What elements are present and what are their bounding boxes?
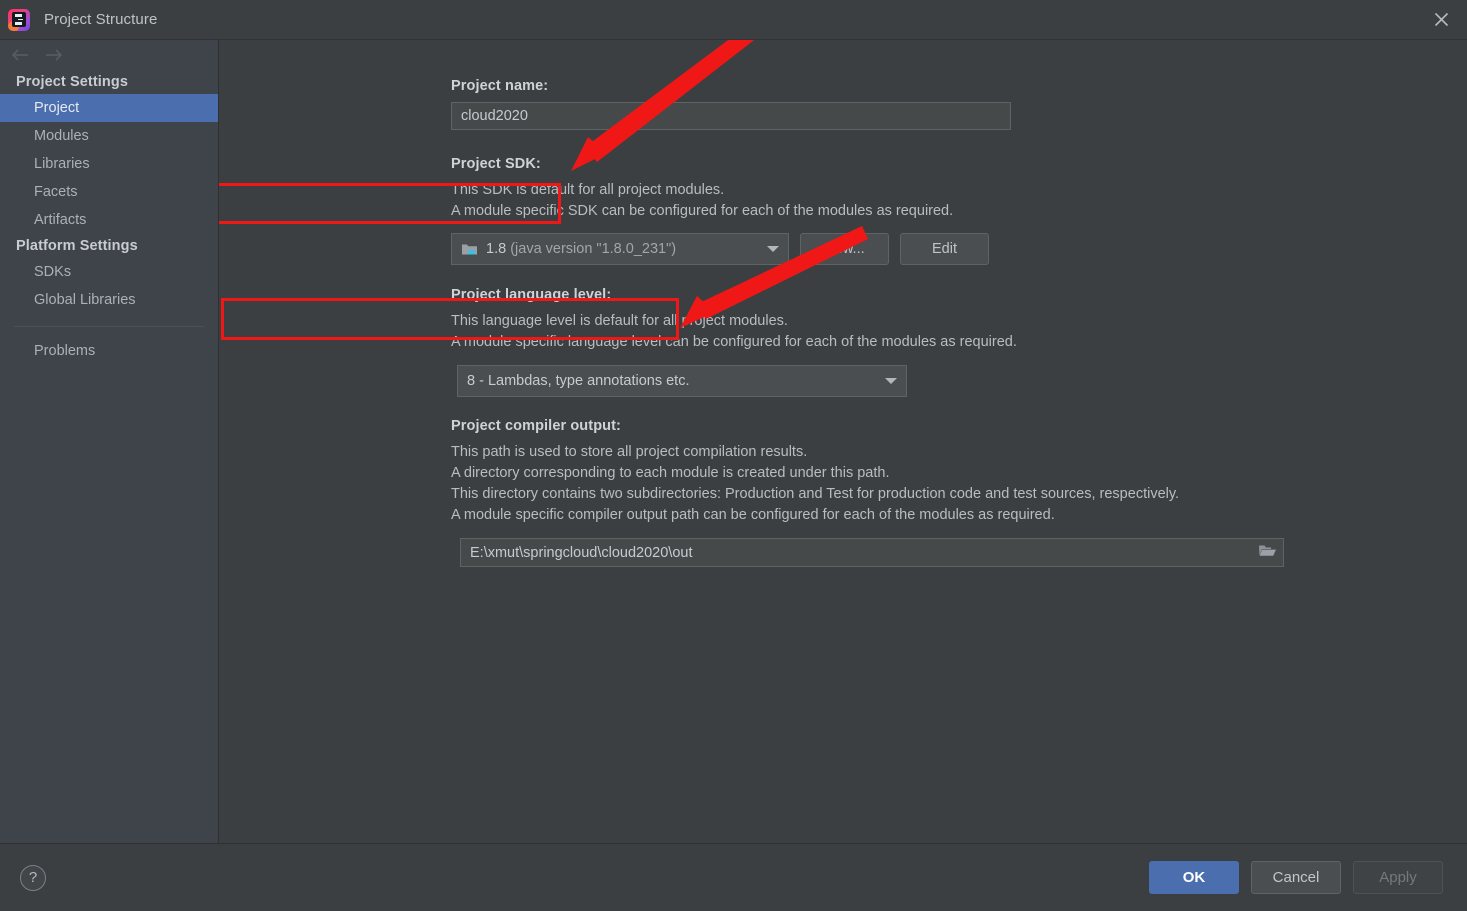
chevron-down-icon bbox=[885, 378, 897, 384]
project-sdk-section: Project SDK: This SDK is default for all… bbox=[451, 156, 1467, 265]
arrow-right-icon[interactable] bbox=[45, 48, 64, 62]
edit-sdk-button[interactable]: Edit bbox=[900, 233, 989, 265]
close-icon[interactable] bbox=[1415, 0, 1467, 39]
sidebar-item-modules[interactable]: Modules bbox=[0, 122, 218, 150]
cancel-button[interactable]: Cancel bbox=[1251, 861, 1341, 894]
language-level-desc-2: A module specific language level can be … bbox=[451, 334, 1017, 350]
sidebar-item-project[interactable]: Project bbox=[0, 94, 218, 122]
compiler-output-path-value: E:\xmut\springcloud\cloud2020\out bbox=[470, 544, 693, 561]
folder-icon bbox=[461, 242, 478, 256]
sidebar-item-global-libraries[interactable]: Global Libraries bbox=[0, 286, 218, 314]
language-level-section: Project language level: This language le… bbox=[451, 287, 1467, 397]
compiler-output-label: Project compiler output: bbox=[451, 418, 621, 434]
sidebar-item-libraries[interactable]: Libraries bbox=[0, 150, 218, 178]
project-sdk-desc-1: This SDK is default for all project modu… bbox=[451, 182, 725, 198]
title-bar: Project Structure bbox=[0, 0, 1467, 39]
language-level-label: Project language level: bbox=[451, 287, 612, 303]
compiler-output-desc-3: This directory contains two subdirectori… bbox=[451, 486, 1180, 502]
project-sdk-value: 1.8 (java version "1.8.0_231") bbox=[486, 241, 677, 257]
project-sdk-row: 1.8 (java version "1.8.0_231") New... Ed… bbox=[451, 233, 1467, 265]
dialog-footer: ? OK Cancel Apply bbox=[0, 843, 1467, 911]
project-sdk-desc-2: A module specific SDK can be configured … bbox=[451, 203, 954, 219]
sidebar-item-facets[interactable]: Facets bbox=[0, 178, 218, 206]
intellij-idea-logo-icon bbox=[8, 8, 30, 31]
compiler-output-desc-4: A module specific compiler output path c… bbox=[451, 507, 1055, 523]
navigation-arrows bbox=[0, 40, 218, 70]
sidebar-group-project-settings: Project Settings bbox=[16, 74, 128, 90]
project-structure-dialog: Project Structure Project Settings Proje… bbox=[0, 0, 1467, 911]
project-sdk-dropdown[interactable]: 1.8 (java version "1.8.0_231") bbox=[451, 233, 789, 265]
compiler-output-desc-1: This path is used to store all project c… bbox=[451, 444, 808, 460]
language-level-dropdown[interactable]: 8 - Lambdas, type annotations etc. bbox=[457, 365, 907, 397]
project-name-label: Project name: bbox=[451, 78, 549, 94]
project-settings-panel: Project name: Project SDK: This SDK is d… bbox=[219, 40, 1467, 843]
sidebar-item-problems[interactable]: Problems bbox=[0, 337, 218, 365]
project-name-input[interactable] bbox=[451, 102, 1011, 130]
dialog-body: Project Settings Project Modules Librari… bbox=[0, 39, 1467, 843]
arrow-left-icon[interactable] bbox=[10, 48, 29, 62]
sidebar-group-platform-settings: Platform Settings bbox=[16, 238, 138, 254]
sidebar-divider bbox=[14, 326, 204, 327]
project-name-section: Project name: bbox=[451, 78, 1467, 130]
sidebar-item-sdks[interactable]: SDKs bbox=[0, 258, 218, 286]
new-sdk-button[interactable]: New... bbox=[800, 233, 889, 265]
dialog-buttons: OK Cancel Apply bbox=[1149, 861, 1443, 894]
language-level-desc-1: This language level is default for all p… bbox=[451, 313, 788, 329]
folder-open-icon[interactable] bbox=[1258, 543, 1277, 563]
chevron-down-icon bbox=[767, 246, 779, 252]
project-sdk-label: Project SDK: bbox=[451, 156, 541, 172]
sidebar-item-artifacts[interactable]: Artifacts bbox=[0, 206, 218, 234]
compiler-output-path-field[interactable]: E:\xmut\springcloud\cloud2020\out bbox=[460, 538, 1284, 567]
apply-button[interactable]: Apply bbox=[1353, 861, 1443, 894]
ok-button[interactable]: OK bbox=[1149, 861, 1239, 894]
question-mark-icon[interactable]: ? bbox=[20, 864, 46, 891]
window-title: Project Structure bbox=[44, 11, 158, 28]
compiler-output-desc-2: A directory corresponding to each module… bbox=[451, 465, 890, 481]
compiler-output-section: Project compiler output: This path is us… bbox=[451, 418, 1467, 567]
language-level-value: 8 - Lambdas, type annotations etc. bbox=[467, 373, 690, 389]
settings-sidebar: Project Settings Project Modules Librari… bbox=[0, 40, 219, 843]
